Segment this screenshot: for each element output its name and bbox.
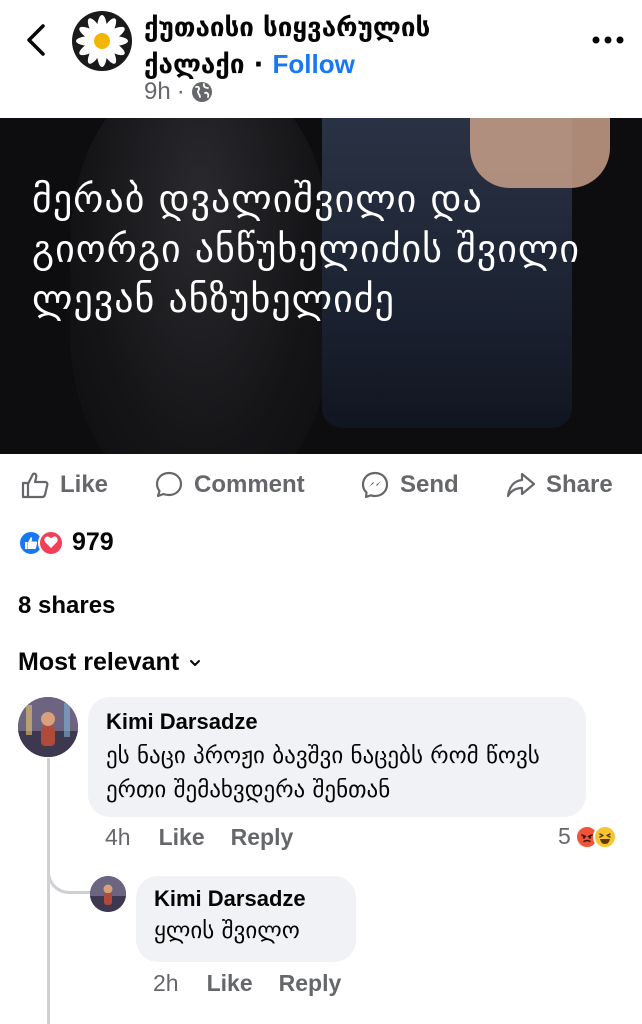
reply-like-button[interactable]: Like <box>207 970 253 997</box>
reply-meta: 2h Like Reply <box>153 970 341 997</box>
comment-label: Comment <box>194 471 305 498</box>
page-name-line2[interactable]: ქალაქი <box>144 50 244 80</box>
page-name-line1[interactable]: ქუთაისი სიყვარულის <box>144 10 544 46</box>
reply-bubble[interactable]: Kimi Darsadze ყლის შვილო <box>136 876 356 962</box>
comment-button[interactable]: Comment <box>154 470 305 500</box>
comment-icon <box>155 471 183 498</box>
post-meta: 9h · <box>144 78 213 106</box>
post-image[interactable]: მერაბ დვალიშვილი და გიორგი ანწუხელიძის შ… <box>0 118 642 454</box>
comment-author[interactable]: Kimi Darsadze <box>106 709 568 735</box>
reply-text: ყლის შვილო <box>154 918 300 944</box>
haha-icon <box>592 824 617 849</box>
thumbs-up-icon <box>21 472 49 499</box>
thread-line <box>47 758 50 1024</box>
image-caption: მერაბ დვალიშვილი და გიორგი ანწუხელიძის შ… <box>32 177 581 321</box>
thread-connector <box>47 850 91 894</box>
reply-commenter-avatar[interactable] <box>90 876 126 912</box>
like-label: Like <box>60 471 109 498</box>
comment-reaction-count: 5 <box>558 823 571 849</box>
globe-icon <box>191 82 212 102</box>
post-header: ქუთაისი სიყვარულის ქალაქი · Follow 9h · <box>0 0 642 118</box>
comment-time[interactable]: 4h <box>105 824 131 851</box>
love-icon <box>38 529 64 556</box>
name-separator: · <box>253 50 264 80</box>
send-label: Send <box>400 471 459 498</box>
comment-reply-button[interactable]: Reply <box>231 824 294 851</box>
comment-like-button[interactable]: Like <box>159 824 205 851</box>
sort-label: Most relevant <box>18 648 180 676</box>
reaction-summary[interactable]: 979 <box>18 528 114 557</box>
comment-meta: 4h Like Reply <box>105 824 293 851</box>
chevron-left-icon <box>27 24 45 56</box>
more-horizontal-icon <box>592 36 624 44</box>
post-time[interactable]: 9h <box>144 78 171 106</box>
avatar-photo-icon <box>18 697 78 757</box>
comment-text: ეს ნაცი პროჟი ბავშვი ნაცებს რომ წოვს ერთ… <box>106 743 540 803</box>
daisy-logo-icon <box>76 15 128 67</box>
send-button[interactable]: Send <box>360 470 459 500</box>
shares-count[interactable]: 8 shares <box>18 592 115 620</box>
commenter-avatar[interactable] <box>18 697 78 757</box>
share-arrow-icon <box>506 472 536 498</box>
share-label: Share <box>546 471 613 498</box>
meta-separator: · <box>176 78 185 105</box>
comment-bubble[interactable]: Kimi Darsadze ეს ნაცი პროჟი ბავშვი ნაცებ… <box>88 697 586 817</box>
messenger-icon <box>361 471 389 499</box>
follow-button[interactable]: Follow <box>273 49 355 79</box>
chevron-down-icon <box>190 659 201 666</box>
page-avatar[interactable] <box>72 11 132 71</box>
post-actions-bar: Like Comment Send Share <box>0 456 642 514</box>
avatar-photo-icon <box>90 876 126 912</box>
comment-reactions[interactable]: 5 <box>558 823 617 850</box>
reaction-count: 979 <box>72 528 114 556</box>
back-button[interactable] <box>18 22 54 58</box>
reply-reply-button[interactable]: Reply <box>279 970 342 997</box>
like-button[interactable]: Like <box>20 470 108 500</box>
reply-time[interactable]: 2h <box>153 970 179 997</box>
comment-sort-dropdown[interactable]: Most relevant <box>18 648 201 677</box>
more-options-button[interactable] <box>586 22 630 58</box>
reply-author[interactable]: Kimi Darsadze <box>154 886 338 912</box>
page-name[interactable]: ქუთაისი სიყვარულის ქალაქი · Follow <box>144 10 544 83</box>
share-button[interactable]: Share <box>506 470 613 500</box>
